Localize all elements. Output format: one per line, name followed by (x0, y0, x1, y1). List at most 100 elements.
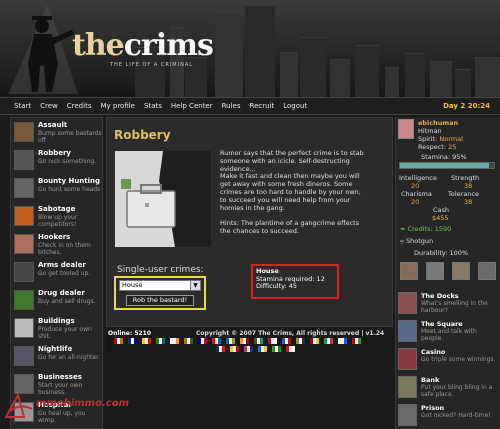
language-flag-icon[interactable] (128, 338, 137, 344)
square-icon (398, 320, 417, 342)
gang-member-icon[interactable] (400, 262, 418, 280)
language-flag-icon[interactable] (296, 338, 305, 344)
sidebar-item-arms-dealer[interactable]: Arms dealer Go get tooled up. (13, 260, 102, 290)
robber-with-briefcase-icon (115, 151, 211, 247)
sidebar-item-bank[interactable]: Bank Put your bling bling in a safe plac… (398, 376, 499, 403)
docks-icon (398, 292, 417, 314)
crime-select[interactable]: House ▼ (119, 280, 201, 291)
language-flag-icon[interactable] (240, 338, 249, 344)
crime-select-box: House ▼ Rob the bastard! (114, 276, 206, 310)
page-title: Robbery (114, 128, 171, 142)
header-banner: thecrims THE LIFE OF A CRIMINAL (0, 0, 500, 97)
language-flag-icon[interactable] (254, 338, 263, 344)
sidebar-item-sabotage[interactable]: Sabotage Blow up your competitors! (13, 204, 102, 234)
stamina-bar (399, 162, 495, 169)
language-flag-icon[interactable] (170, 338, 179, 344)
gangster-silhouette-icon (8, 4, 78, 94)
logo-tagline: THE LIFE OF A CRIMINAL (110, 62, 194, 68)
spirit-row: Spirit: Normal (418, 135, 463, 143)
sidebar-item-nightlife[interactable]: Nightlife Go for an all-nighter. (13, 344, 102, 374)
desc-line: the chances to succeed. (220, 226, 299, 235)
language-flag-icon[interactable] (352, 338, 361, 344)
language-flag-icon[interactable] (272, 346, 281, 352)
weapon-icon[interactable] (478, 262, 496, 280)
credits-row[interactable]: ❧ Credits: 1590 (400, 225, 451, 233)
intelligence-value: 20 (411, 182, 420, 190)
hooker-icon[interactable] (452, 262, 470, 280)
sidebar-item-assault[interactable]: Assault Bump some bastards off (13, 120, 102, 150)
sidebar-item-desc: Got nicked? Hard-time! (421, 412, 491, 419)
gun-icon: ╤ (400, 237, 404, 245)
robber-icon (14, 150, 34, 170)
language-flag-icon[interactable] (184, 338, 193, 344)
charisma-label: Charisma (401, 190, 432, 198)
language-flag-icon[interactable] (156, 338, 165, 344)
single-user-crimes-label: Single-user crimes: (117, 265, 204, 275)
site-logo[interactable]: thecrims (72, 28, 214, 63)
robbery-description: Rumor says that the perfect crime is to … (220, 149, 390, 236)
nav-help-center[interactable]: Help Center (171, 102, 213, 110)
language-flag-icon[interactable] (286, 346, 295, 352)
rob-button[interactable]: Rob the bastard! (126, 295, 194, 306)
sidebar-item-drug-dealer[interactable]: Drug dealer Buy and sell drugs. (13, 288, 102, 318)
watermark-text: mmohimmo.com (36, 398, 129, 409)
sidebar-item-the-square[interactable]: The Square Meet and talk with people. (398, 320, 499, 347)
nav-my-profile[interactable]: My profile (100, 102, 135, 110)
language-flag-icon[interactable] (258, 346, 267, 352)
sidebar-item-prison[interactable]: Prison Got nicked? Hard-time! (398, 404, 499, 429)
sidebar-item-desc: Go hunt some heads (38, 186, 101, 193)
player-name[interactable]: ebichuman (418, 119, 458, 127)
sidebar-item-title: The Docks (421, 292, 459, 300)
weapon-row: ╤ Shotgun (400, 237, 433, 245)
sidebar-item-desc: Bump some bastards off (38, 130, 102, 144)
sidebar-item-casino[interactable]: Casino Go triple some winnings. (398, 348, 499, 375)
language-flag-icon[interactable] (114, 338, 123, 344)
nav-rules[interactable]: Rules (222, 102, 241, 110)
nav-credits[interactable]: Credits (67, 102, 92, 110)
credits-value: Credits: 1590 (407, 225, 452, 233)
sidebar-item-buildings[interactable]: Buildings Produce your own shit. (13, 316, 102, 346)
sidebar-item-desc: Produce your own shit. (38, 326, 92, 340)
sidebar-item-title: Sabotage (38, 205, 76, 213)
chevron-down-icon[interactable]: ▼ (190, 281, 200, 290)
desc-line: homies in the gang. (220, 203, 285, 212)
language-flag-icon[interactable] (244, 346, 253, 352)
copyright-text: Copyright © 2007 The Crims, All rights r… (196, 330, 385, 337)
language-flag-icon[interactable] (216, 346, 225, 352)
sidebar-item-desc: Go get tooled up. (38, 270, 91, 277)
vehicle-icon[interactable] (426, 262, 444, 280)
language-flag-icon[interactable] (324, 338, 333, 344)
language-flag-icon[interactable] (338, 338, 347, 344)
prison-icon (398, 404, 417, 426)
nav-start[interactable]: Start (14, 102, 31, 110)
avatar[interactable] (398, 119, 414, 139)
nav-crew[interactable]: Crew (40, 102, 58, 110)
sidebar-item-title: Buildings (38, 317, 75, 325)
stamina-label: Stamina: (421, 153, 451, 161)
language-flag-icon[interactable] (310, 338, 319, 344)
sidebar-item-hookers[interactable]: Hookers Check in on them bitches. (13, 232, 102, 262)
stamina-bar-fill (400, 163, 490, 168)
sidebar-item-desc: Check in on them bitches. (38, 242, 91, 256)
sidebar-item-title: Prison (421, 404, 445, 412)
language-flag-icon[interactable] (226, 338, 235, 344)
leaf-icon: ❧ (400, 225, 406, 233)
language-flag-icon[interactable] (198, 338, 207, 344)
language-flag-icon[interactable] (268, 338, 277, 344)
nav-stats[interactable]: Stats (144, 102, 162, 110)
language-flag-icon[interactable] (282, 338, 291, 344)
sidebar-item-robbery[interactable]: Robbery Go nick something. (13, 148, 102, 178)
language-flag-icon[interactable] (212, 338, 221, 344)
sidebar-item-title: Hookers (38, 233, 71, 241)
language-flag-icon[interactable] (142, 338, 151, 344)
sidebar-item-the-docks[interactable]: The Docks What's smelling in the harbour… (398, 292, 499, 319)
nav-logout[interactable]: Logout (283, 102, 307, 110)
sidebar-item-title: Businesses (38, 373, 82, 381)
main-navigation: Start Crew Credits My profile Stats Help… (0, 97, 500, 115)
sidebar-item-title: Bounty Hunting (38, 177, 101, 185)
strength-value: 38 (464, 182, 473, 190)
nav-recruit[interactable]: Recruit (250, 102, 275, 110)
language-flag-icon[interactable] (230, 346, 239, 352)
sidebar-item-bounty-hunting[interactable]: Bounty Hunting Go hunt some heads (13, 176, 102, 206)
spirit-value: Normal (439, 135, 463, 143)
